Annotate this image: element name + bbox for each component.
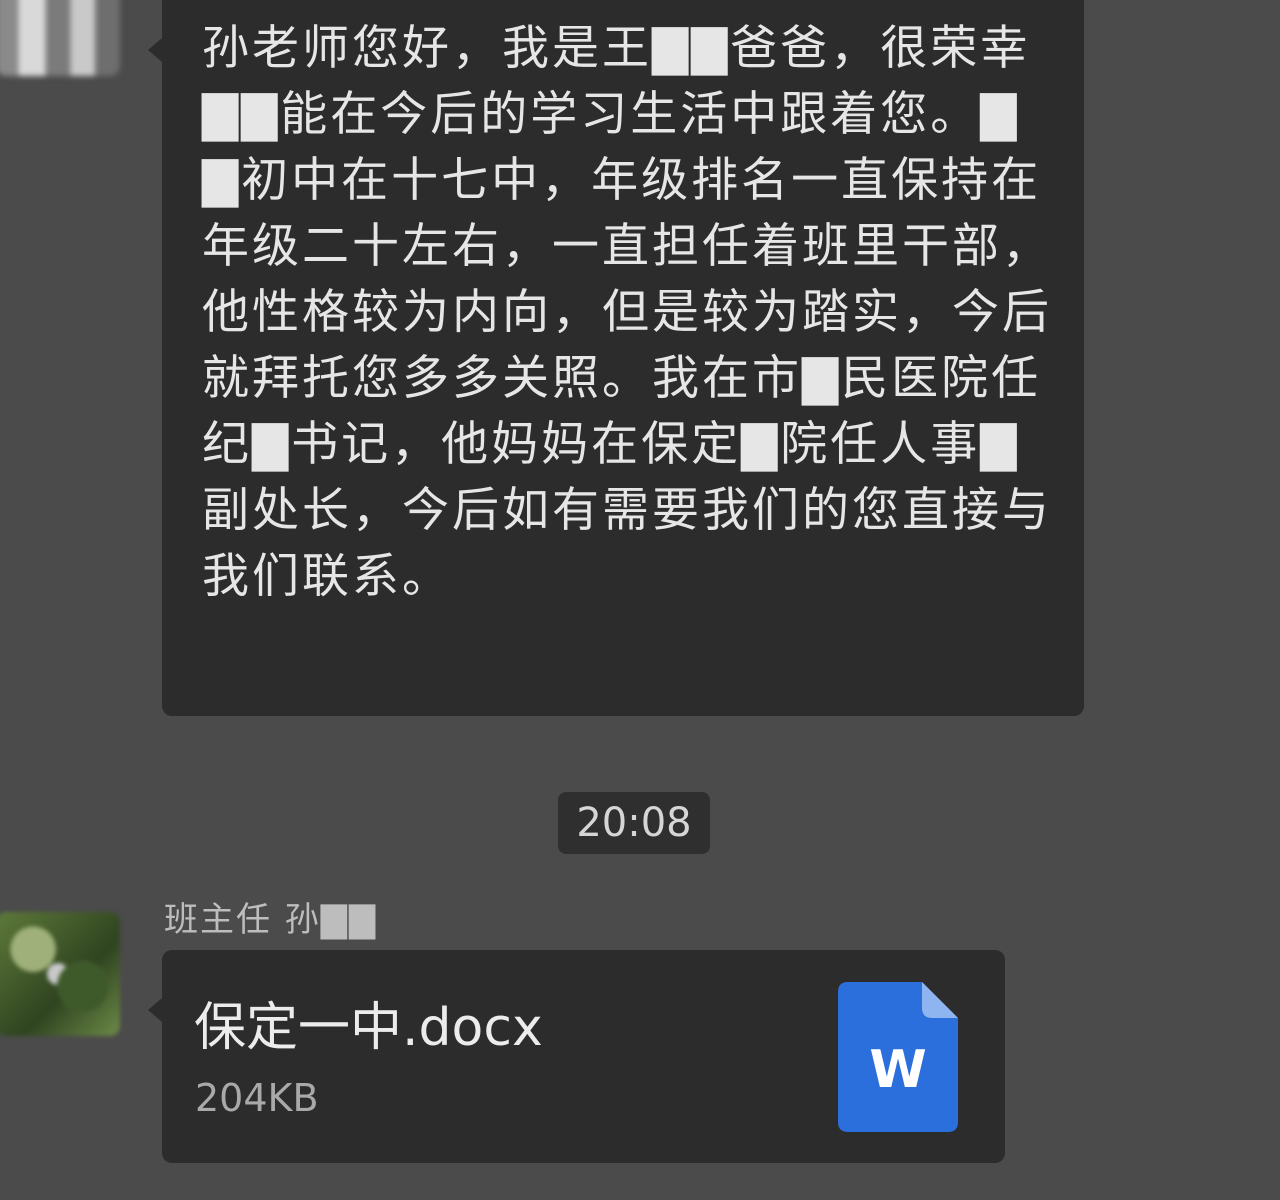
- file-name: 保定一中.docx: [194, 998, 543, 1058]
- file-message-bubble[interactable]: 保定一中.docx 204KB W: [148, 950, 1005, 1163]
- word-document-icon: W: [838, 982, 958, 1132]
- file-size: 204KB: [195, 1076, 319, 1120]
- message-timestamp: 20:08: [558, 792, 710, 854]
- word-icon-letter: W: [869, 1040, 927, 1100]
- parent-message-text: 孙老师您好，我是王▇▇爸爸，很荣幸▇▇能在今后的学习生活中跟着您。▇▇初中在十七…: [202, 21, 1052, 604]
- teacher-sender-name: 班主任 孙▇▇: [164, 900, 378, 940]
- parent-message-bubble[interactable]: 孙老师您好，我是王▇▇爸爸，很荣幸▇▇能在今后的学习生活中跟着您。▇▇初中在十七…: [148, 0, 1084, 716]
- parent-avatar[interactable]: [0, 0, 120, 76]
- teacher-avatar[interactable]: [0, 912, 120, 1036]
- chat-window: 孙老师您好，我是王▇▇爸爸，很荣幸▇▇能在今后的学习生活中跟着您。▇▇初中在十七…: [0, 0, 1280, 1200]
